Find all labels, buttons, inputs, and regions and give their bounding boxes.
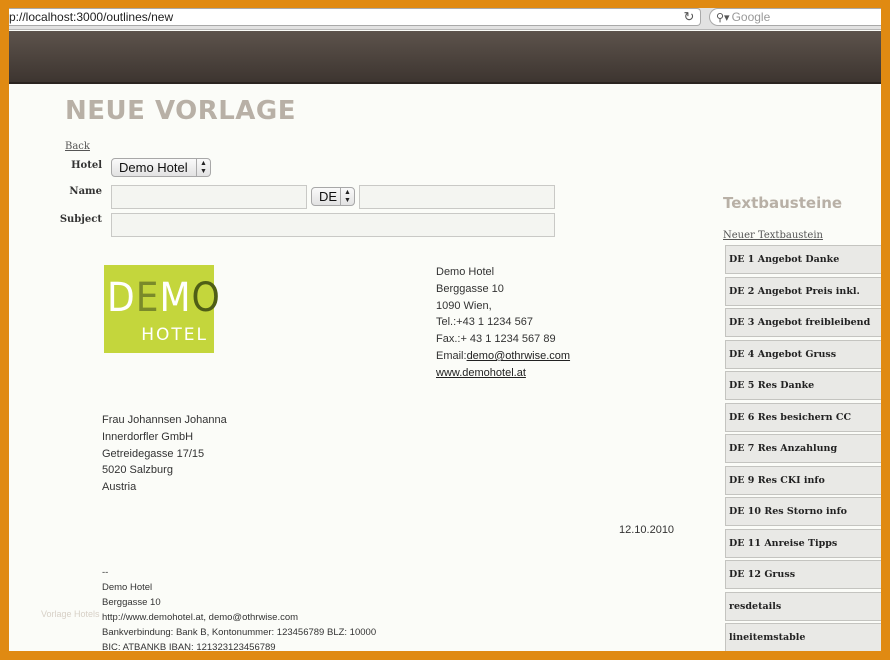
browser-window: p://localhost:3000/outlines/new ↻ ⚲▾ Goog…: [9, 8, 881, 651]
footer-line: BIC: ATBANKB IBAN: 121323123456789: [102, 642, 276, 651]
sender-line: Demo Hotel: [436, 266, 495, 278]
logo-subtitle: HOTEL: [141, 325, 208, 345]
sender-email-line: Email:demo@othrwise.com: [436, 348, 570, 365]
text-block-item[interactable]: DE 6 Res besichern CC: [725, 402, 881, 432]
hotel-label: Hotel: [71, 160, 102, 171]
hotel-select[interactable]: Demo Hotel ▲ ▼: [111, 158, 211, 177]
select-arrows-icon: ▲ ▼: [340, 188, 354, 205]
text-block-item[interactable]: DE 11 Anreise Tipps: [725, 528, 881, 558]
email-link[interactable]: demo@othrwise.com: [467, 350, 570, 362]
subject-label: Subject: [59, 214, 102, 225]
search-icon: ⚲▾: [716, 12, 730, 24]
letter-date: 12.10.2010: [619, 524, 675, 536]
site-header: [9, 31, 881, 84]
address-bar[interactable]: p://localhost:3000/outlines/new ↻: [9, 8, 701, 26]
website-link[interactable]: www.demohotel.at: [436, 367, 526, 379]
page-title: NEUE VORLAGE: [65, 96, 297, 126]
reload-icon[interactable]: ↻: [682, 9, 696, 25]
logo-word: DEMO: [107, 275, 221, 321]
text-block-item[interactable]: DE 2 Angebot Preis inkl.: [725, 276, 881, 306]
sender-line: Tel.:+43 1 1234 567: [436, 316, 533, 329]
footer-line: Berggasse 10: [102, 597, 161, 608]
text-block-item[interactable]: DE 7 Res Anzahlung: [725, 434, 881, 463]
sender-address: Demo Hotel Berggasse 10 1090 Wien, Tel.:…: [436, 264, 570, 382]
text-block-item[interactable]: DE 12 Gruss: [725, 560, 881, 589]
hotel-select-value: Demo Hotel: [119, 160, 188, 175]
name-label: Name: [69, 186, 102, 197]
text-block-item[interactable]: DE 5 Res Danke: [725, 371, 881, 400]
select-arrows-icon: ▲ ▼: [196, 159, 210, 176]
footer-line: http://www.demohotel.at, demo@othrwise.c…: [102, 612, 299, 623]
recipient-line: Getreidegasse 17/15: [102, 447, 205, 460]
address-bar-url: p://localhost:3000/outlines/new: [9, 10, 174, 24]
text-block-item[interactable]: lineitemstable: [725, 623, 881, 651]
recipient-line: Innerdorfler GmbH: [102, 430, 194, 443]
footer-line: Bankverbindung: Bank B, Kontonummer: 123…: [102, 627, 377, 638]
footer-line: --: [102, 567, 109, 578]
email-prefix: Email:: [436, 349, 467, 362]
name-input[interactable]: [111, 185, 307, 209]
hotel-logo: DEMO HOTEL: [104, 265, 220, 353]
letter-footer: -- Demo Hotel Berggasse 10 http://www.de…: [102, 565, 376, 651]
text-block-item[interactable]: DE 3 Angebot freibleibend: [725, 308, 881, 337]
text-block-list: DE 1 Angebot Danke DE 2 Angebot Preis in…: [725, 245, 881, 651]
sender-line: 1090 Wien,: [436, 299, 492, 312]
text-block-item[interactable]: resdetails: [725, 591, 881, 621]
browser-toolbar: p://localhost:3000/outlines/new ↻ ⚲▾ Goog…: [9, 8, 881, 30]
sender-line: Berggasse 10: [436, 282, 504, 295]
sender-line: Fax.:+ 43 1 1234 567 89: [436, 333, 556, 346]
search-placeholder: Google: [731, 10, 771, 24]
back-link[interactable]: Back: [65, 141, 90, 152]
recipient-line: Austria: [102, 481, 137, 494]
subject-input[interactable]: [111, 213, 555, 237]
language-select[interactable]: DE ▲ ▼: [311, 187, 355, 206]
text-block-item[interactable]: DE 10 Res Storno info: [725, 497, 881, 526]
text-block-item[interactable]: DE 9 Res CKI info: [725, 465, 881, 495]
footer-line: Demo Hotel: [102, 582, 153, 593]
sidebar-title: Textbausteine: [723, 194, 843, 212]
text-block-item[interactable]: DE 4 Angebot Gruss: [725, 339, 881, 369]
browser-search-field[interactable]: ⚲▾ Google: [709, 8, 881, 26]
new-text-block-link[interactable]: Neuer Textbaustein: [723, 230, 823, 241]
watermark-text: Vorlage Hotels: [41, 609, 100, 619]
recipient-line: 5020 Salzburg: [102, 464, 173, 477]
language-select-value: DE: [319, 189, 338, 204]
name-translation-input[interactable]: [359, 185, 555, 209]
text-block-item[interactable]: DE 1 Angebot Danke: [725, 245, 881, 274]
recipient-address: Frau Johannsen Johanna Innerdorfler GmbH…: [102, 412, 227, 496]
recipient-line: Frau Johannsen Johanna: [102, 414, 227, 426]
